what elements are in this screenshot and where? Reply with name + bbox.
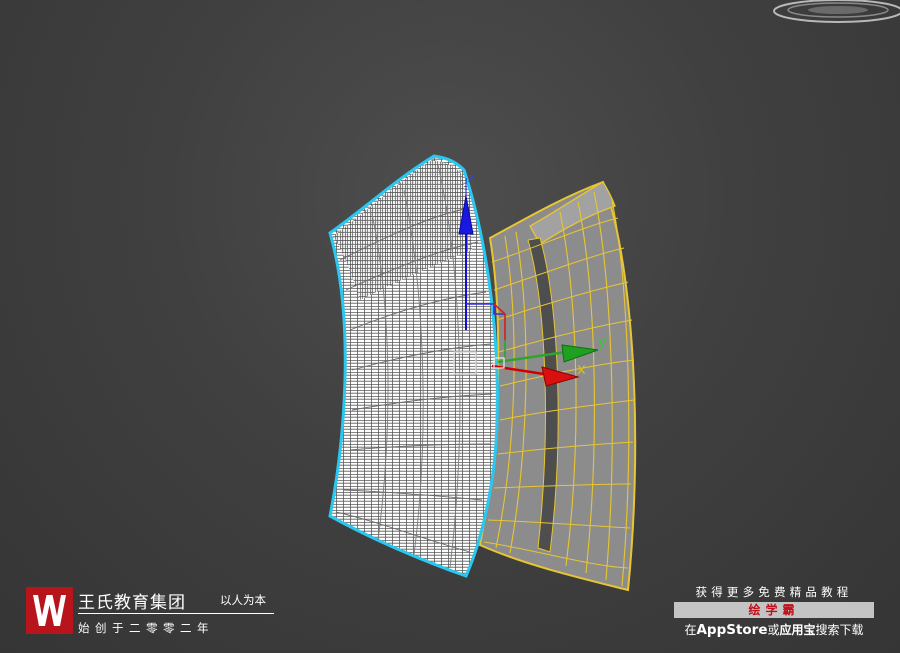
- brand-divider: [78, 613, 274, 614]
- 3d-viewport[interactable]: y x z: [0, 0, 900, 653]
- logo-w-icon: [33, 595, 66, 626]
- company-name: 王氏教育集团: [78, 593, 186, 613]
- founded-text: 始创于二零零二年: [78, 621, 214, 635]
- promo-connector: 或: [767, 623, 780, 637]
- gizmo-x-label: x: [577, 360, 586, 378]
- brand-watermark: 王氏教育集团 以人为本 始创于二零零二年: [26, 587, 286, 643]
- viewport-scene: [328, 0, 900, 592]
- company-motto: 以人为本: [220, 593, 266, 607]
- brand-logo: [26, 587, 73, 634]
- white-wire-panel[interactable]: [328, 154, 499, 578]
- promo-store-appstore: AppStore: [696, 622, 768, 638]
- promo-download-text: 在AppStore或应用宝搜索下载: [672, 621, 876, 638]
- promo-prefix: 在: [684, 623, 697, 637]
- gizmo-z-label: z: [468, 171, 475, 185]
- promo-tagline: 获得更多免费精品教程: [695, 585, 853, 599]
- background-disc: [773, 0, 900, 23]
- promo-store-yingyongbao: 应用宝: [779, 623, 816, 637]
- gizmo-y-label: y: [598, 332, 607, 350]
- promo-watermark: 获得更多免费精品教程 绘学霸 在AppStore或应用宝搜索下载: [672, 584, 876, 640]
- promo-suffix: 搜索下载: [815, 623, 864, 637]
- promo-app-name: 绘学霸: [674, 602, 874, 618]
- yellow-wire-panel[interactable]: [478, 180, 637, 592]
